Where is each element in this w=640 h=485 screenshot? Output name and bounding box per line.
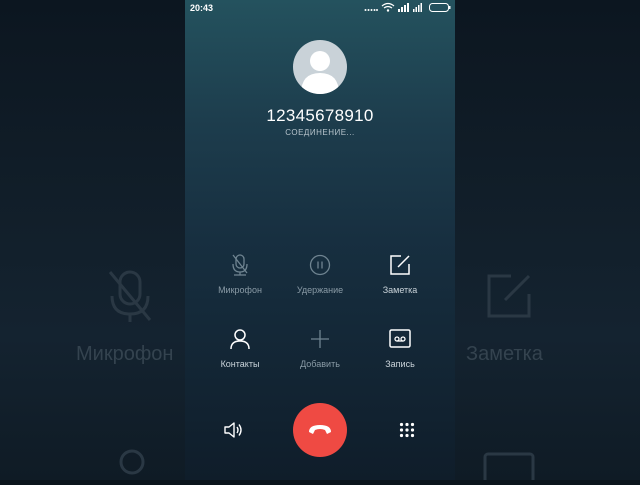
end-call-button[interactable] <box>293 403 347 457</box>
note-label: Заметка <box>382 285 418 295</box>
edit-note-icon <box>360 252 440 278</box>
add-call-label: Добавить <box>300 359 340 369</box>
background-label-right: Заметка <box>466 343 543 365</box>
person-silhouette-icon <box>301 51 339 94</box>
microphone-off-icon <box>200 252 280 278</box>
call-status: СОЕДИНЕНИЕ... <box>285 128 355 137</box>
status-time: 20:43 <box>190 3 214 13</box>
speaker-button[interactable] <box>219 416 247 444</box>
dialpad-icon <box>399 422 415 438</box>
phone-hangup-icon <box>309 425 331 434</box>
voicemail-icon <box>483 452 535 485</box>
mute-button[interactable]: Микрофон <box>200 252 280 295</box>
hold-button[interactable]: Удержание <box>280 252 360 295</box>
hold-label: Удержание <box>296 285 344 295</box>
microphone-off-icon <box>104 268 156 329</box>
phone-screen: 20:43 12345678910 СОЕДИНЕНИЕ... Микрофон… <box>185 0 455 480</box>
status-bar: 20:43 <box>185 0 455 18</box>
record-label: Запись <box>385 359 415 369</box>
wifi-icon <box>381 0 395 17</box>
voicemail-icon <box>360 326 440 352</box>
person-icon <box>200 326 280 352</box>
contact-avatar <box>293 40 347 94</box>
plus-icon <box>280 326 360 352</box>
status-icons <box>364 2 451 14</box>
edit-note-icon <box>485 272 533 325</box>
contacts-button[interactable]: Контакты <box>200 326 280 369</box>
background-left: Микрофон <box>0 0 185 480</box>
speaker-icon <box>224 422 242 438</box>
caller-number: 12345678910 <box>266 106 374 125</box>
person-icon <box>112 448 152 485</box>
note-button[interactable]: Заметка <box>360 252 440 295</box>
battery-icon <box>429 0 451 17</box>
mute-label: Микрофон <box>218 285 262 295</box>
cellular-signal-icon <box>398 0 410 17</box>
cellular-signal-icon-2 <box>413 0 423 17</box>
pause-icon <box>280 252 360 278</box>
background-label-left: Микрофон <box>76 343 174 365</box>
background-right: Заметка <box>455 0 640 485</box>
contacts-label: Контакты <box>220 359 260 369</box>
record-button[interactable]: Запись <box>360 326 440 369</box>
signal-dots-icon <box>364 0 378 17</box>
keypad-button[interactable] <box>393 416 421 444</box>
add-call-button[interactable]: Добавить <box>280 326 360 369</box>
